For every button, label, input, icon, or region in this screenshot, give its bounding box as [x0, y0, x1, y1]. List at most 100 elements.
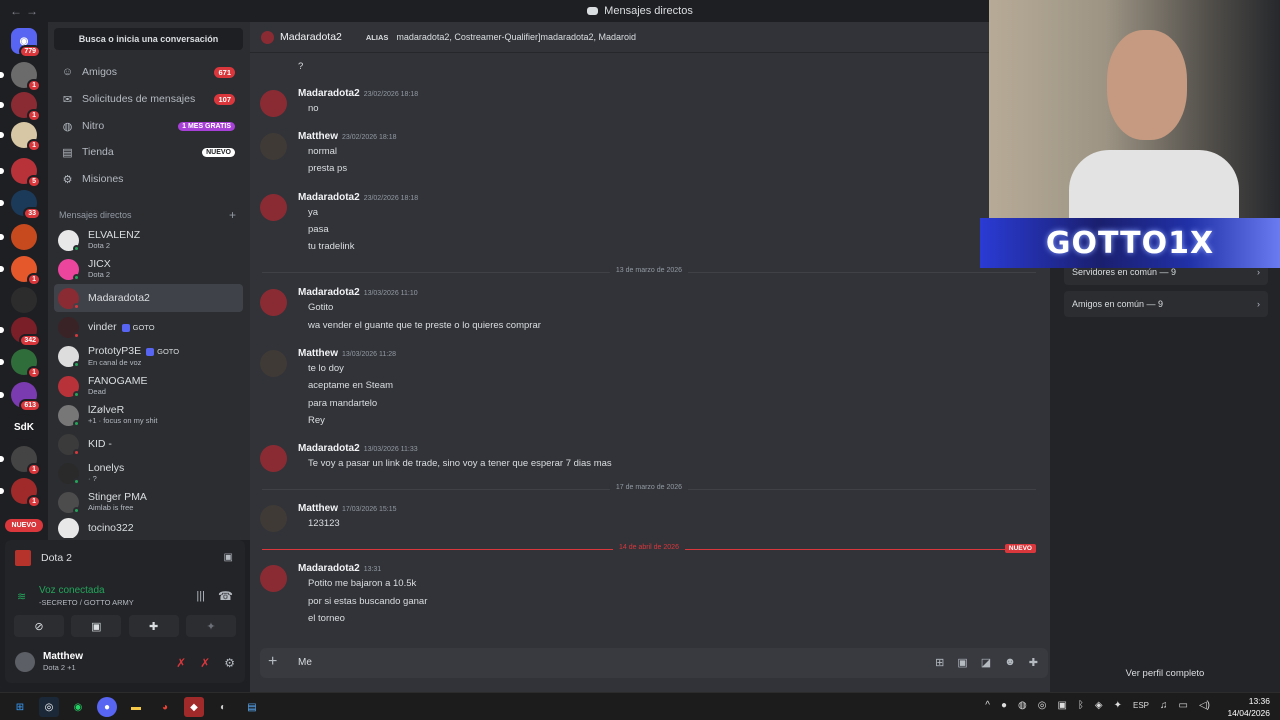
attach-plus-icon[interactable]: + — [268, 653, 277, 671]
message-author[interactable]: Matthew — [298, 131, 338, 142]
settings-gear-icon[interactable]: ⚙ — [224, 656, 235, 670]
server-icon[interactable]: 1 — [0, 256, 41, 286]
avatar[interactable] — [260, 133, 287, 160]
server-icon[interactable]: 1 — [0, 122, 41, 152]
home-button[interactable]: ◉ 779 — [11, 28, 41, 58]
dm-item[interactable]: FANOGAME Dead — [54, 372, 243, 400]
avatar[interactable] — [260, 505, 287, 532]
message-author[interactable]: Matthew — [298, 348, 338, 359]
user-info[interactable]: Matthew Dota 2 +1 — [15, 651, 83, 672]
server-icon[interactable]: SdK — [11, 414, 37, 440]
tray-steam-icon[interactable]: ◎ — [1038, 700, 1047, 711]
new-servers-badge[interactable]: NUEVO — [5, 519, 43, 532]
activities-button[interactable]: ✚ — [128, 615, 179, 637]
screen-share-icon[interactable]: ▣ — [224, 552, 233, 563]
folder-icon[interactable]: ▬ — [126, 697, 146, 717]
soundboard-button[interactable]: ✦ — [185, 615, 236, 637]
screen-share-button[interactable]: ▣ — [71, 615, 122, 637]
app-icon[interactable]: ◐ — [213, 697, 233, 717]
dm-item[interactable]: ELVALENZ Dota 2 — [54, 226, 243, 254]
server-icon[interactable]: 33 — [0, 190, 41, 220]
tray-chevron-icon[interactable]: ^ — [985, 700, 990, 711]
server-icon[interactable] — [0, 224, 37, 250]
notepad-icon[interactable]: ▤ — [242, 697, 262, 717]
avatar[interactable] — [260, 90, 287, 117]
message-author[interactable]: Madaradota2 — [298, 287, 360, 298]
system-clock[interactable]: 13:36 14/04/2026 — [1227, 695, 1270, 719]
nav-friends[interactable]: ☺ Amigos 671 — [54, 60, 243, 84]
server-icon[interactable]: 1 — [0, 349, 41, 379]
discord-icon[interactable]: ● — [97, 697, 117, 717]
avatar[interactable] — [260, 565, 287, 592]
dm-item[interactable]: lZølveR +1 · focus on my shit — [54, 401, 243, 429]
game-activity[interactable]: Dota 2 — [15, 550, 72, 566]
steam-icon[interactable]: ◎ — [39, 697, 59, 717]
nav-nitro[interactable]: ◍ Nitro 1 MES GRATIS — [54, 114, 243, 138]
avatar[interactable] — [260, 350, 287, 377]
server-icon[interactable] — [11, 287, 37, 313]
nav-message-requests[interactable]: ✉ Solicitudes de mensajes 107 — [54, 87, 243, 111]
nav-arrows[interactable]: ←→ — [10, 4, 42, 18]
dm-item[interactable]: JICX Dota 2 — [54, 255, 243, 283]
noise-suppression-icon[interactable]: ||| — [196, 590, 205, 602]
dm-item[interactable]: PrototyP3E GOTO En canal de voz — [54, 342, 243, 370]
network-icon[interactable]: ▭ — [1179, 700, 1188, 711]
dm-item[interactable]: tocino322 — [54, 518, 243, 538]
dm-item[interactable]: vinder GOTO — [54, 313, 243, 341]
chrome-icon[interactable]: ◕ — [155, 697, 175, 717]
message-author[interactable]: Madaradota2 — [298, 443, 360, 454]
server-icon[interactable]: 342 — [0, 317, 41, 347]
dota-icon[interactable]: ◆ — [184, 697, 204, 717]
server-icon[interactable]: 1 — [0, 478, 41, 508]
message-time: 13/03/2026 11:10 — [363, 290, 418, 297]
language-indicator[interactable]: ESP — [1133, 701, 1149, 711]
discord-icon — [587, 7, 599, 15]
avatar[interactable] — [260, 194, 287, 221]
gif-icon[interactable]: ▣ — [957, 656, 967, 669]
tray-app-icon[interactable]: ◍ — [1018, 700, 1027, 711]
voice-status[interactable]: Voz conectada — [39, 585, 105, 596]
mutual-friends-row[interactable]: Amigos en común — 9 › — [1064, 291, 1268, 317]
tray-app-icon[interactable]: ◈ — [1095, 700, 1103, 711]
disconnect-icon[interactable]: ☎ — [218, 589, 233, 603]
dm-item[interactable]: KID - — [54, 430, 243, 458]
tray-app-icon[interactable]: ● — [1001, 700, 1007, 711]
windows-start-icon[interactable]: ⊞ — [10, 697, 30, 717]
server-icon[interactable]: 1 — [0, 446, 41, 476]
apps-icon[interactable]: ✚ — [1029, 656, 1038, 669]
chat-title[interactable]: Madaradota2 — [280, 31, 342, 43]
dm-item[interactable]: Lonelys · ? — [54, 459, 243, 487]
server-icon[interactable]: 5 — [0, 158, 41, 188]
dm-item-active[interactable]: Madaradota2 — [54, 284, 243, 312]
sticker-icon[interactable]: ◪ — [981, 656, 991, 669]
volume-icon[interactable]: ◁) — [1199, 700, 1210, 711]
message-text: por si estas buscando ganar — [308, 596, 428, 607]
tray-app-icon[interactable]: ▣ — [1057, 700, 1066, 711]
nav-shop[interactable]: ▤ Tienda NUEVO — [54, 140, 243, 164]
view-full-profile-link[interactable]: Ver perfil completo — [1050, 668, 1280, 679]
message-author[interactable]: Madaradota2 — [298, 88, 360, 99]
emoji-icon[interactable]: ☻ — [1004, 656, 1016, 669]
server-icon[interactable]: 1 — [0, 92, 41, 122]
server-icon[interactable]: 613 — [0, 382, 41, 412]
create-dm-icon[interactable]: + — [229, 208, 236, 222]
message-author[interactable]: Madaradota2 — [298, 192, 360, 203]
dm-item[interactable]: Stinger PMA Aimlab is free — [54, 488, 243, 516]
message-composer[interactable]: + Me ⊞ ▣ ◪ ☻ ✚ — [260, 648, 1048, 678]
deafen-icon[interactable]: ✗ — [200, 656, 210, 670]
avatar[interactable] — [260, 289, 287, 316]
gift-icon[interactable]: ⊞ — [935, 656, 944, 669]
message-input[interactable]: Me — [298, 657, 312, 668]
camera-button[interactable]: ⊘ — [14, 615, 64, 637]
avatar[interactable] — [260, 445, 287, 472]
mute-icon[interactable]: ✗ — [176, 656, 186, 670]
server-icon[interactable]: 1 — [0, 62, 41, 92]
whatsapp-icon[interactable]: ◉ — [68, 697, 88, 717]
microphone-icon[interactable]: ♫ — [1160, 700, 1168, 711]
bluetooth-icon[interactable]: ᛒ — [1078, 700, 1084, 711]
tray-app-icon[interactable]: ✦ — [1114, 700, 1122, 711]
search-button[interactable]: Busca o inicia una conversación — [54, 28, 243, 50]
nav-quests[interactable]: ⚙ Misiones — [54, 167, 243, 191]
message-author[interactable]: Matthew — [298, 503, 338, 514]
message-author[interactable]: Madaradota2 — [298, 563, 360, 574]
